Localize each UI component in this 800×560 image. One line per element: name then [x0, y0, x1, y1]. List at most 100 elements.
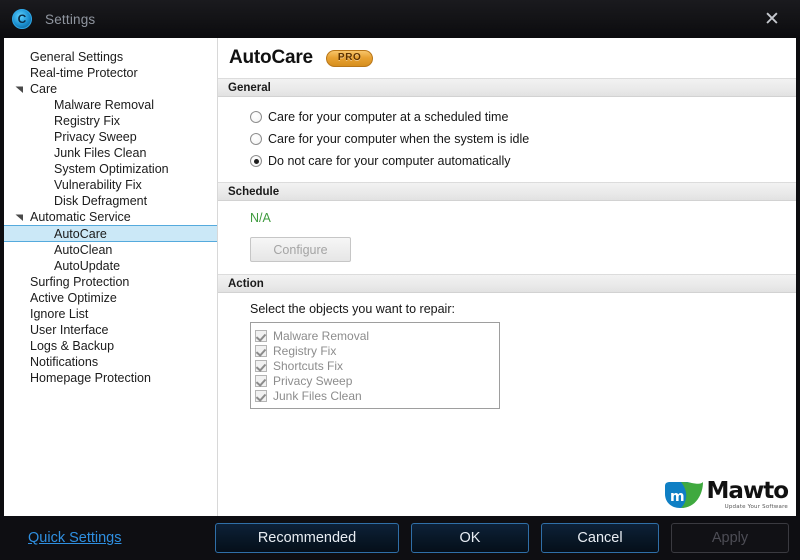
- sidebar-item-ignore-list[interactable]: Ignore List: [4, 306, 217, 322]
- sidebar-item-malware-removal[interactable]: Malware Removal: [4, 97, 217, 113]
- pro-badge: PRO: [325, 49, 374, 67]
- sidebar-item-label: General Settings: [30, 50, 124, 64]
- cancel-button[interactable]: Cancel: [541, 523, 659, 553]
- checkbox-icon[interactable]: [255, 374, 267, 387]
- tree-expander-expanded-icon[interactable]: [15, 213, 24, 222]
- sidebar-item-automatic-service[interactable]: Automatic Service: [4, 209, 217, 225]
- tree-expander-expanded-icon[interactable]: [15, 85, 24, 94]
- sidebar-item-homepage-protection[interactable]: Homepage Protection: [4, 370, 217, 386]
- title-bar: C Settings ✕: [0, 0, 800, 38]
- mawto-watermark: m Mawto Update Your Software: [663, 478, 789, 511]
- repair-object-label: Privacy Sweep: [273, 373, 353, 388]
- sidebar-item-label: Logs & Backup: [30, 339, 115, 353]
- repair-object-item[interactable]: Junk Files Clean: [255, 388, 495, 403]
- sidebar-item-label: Registry Fix: [54, 114, 120, 128]
- care-mode-option-1[interactable]: Care for your computer at a scheduled ti…: [250, 106, 796, 128]
- action-body: Select the objects you want to repair: M…: [218, 293, 796, 409]
- sidebar-item-care[interactable]: Care: [4, 81, 217, 97]
- sidebar-tree[interactable]: General Settings Real-time Protector Care M…: [4, 38, 218, 516]
- sidebar-item-label: User Interface: [30, 323, 109, 337]
- sidebar-item-system-optimization[interactable]: System Optimization: [4, 161, 217, 177]
- mawto-tagline: Update Your Software: [724, 504, 788, 510]
- section-header-general: General: [218, 78, 796, 97]
- sidebar-item-disk-defragment[interactable]: Disk Defragment: [4, 193, 217, 209]
- care-mode-radio-group[interactable]: Care for your computer at a scheduled ti…: [250, 106, 796, 172]
- checkbox-icon[interactable]: [255, 329, 267, 342]
- schedule-body: N/A Configure: [218, 201, 796, 274]
- care-mode-option-label: Care for your computer at a scheduled ti…: [268, 110, 509, 124]
- sidebar-item-notifications[interactable]: Notifications: [4, 354, 217, 370]
- general-options: Care for your computer at a scheduled ti…: [218, 97, 796, 182]
- schedule-value: N/A: [250, 211, 271, 225]
- repair-object-label: Registry Fix: [273, 343, 337, 358]
- sidebar-item-label: Real-time Protector: [30, 66, 138, 80]
- sidebar-item-label: System Optimization: [54, 162, 169, 176]
- radio-button-icon[interactable]: [250, 111, 262, 123]
- sidebar-item-label: Junk Files Clean: [54, 146, 147, 160]
- sidebar-item-registry-fix[interactable]: Registry Fix: [4, 113, 217, 129]
- sidebar-item-label: Malware Removal: [54, 98, 155, 112]
- repair-objects-list[interactable]: Malware Removal Registry Fix Shortcuts Fix…: [250, 322, 500, 409]
- configure-button[interactable]: Configure: [250, 237, 351, 262]
- checkbox-icon[interactable]: [255, 389, 267, 402]
- repair-object-item[interactable]: Malware Removal: [255, 328, 495, 343]
- section-header-action: Action: [218, 274, 796, 293]
- content-area: General Settings Real-time Protector Care M…: [4, 38, 796, 516]
- sidebar-item-label: AutoCare: [54, 226, 107, 241]
- close-icon[interactable]: ✕: [744, 0, 800, 38]
- repair-object-label: Junk Files Clean: [273, 388, 362, 403]
- recommended-button[interactable]: Recommended: [215, 523, 399, 553]
- sidebar-item-label: Active Optimize: [30, 291, 117, 305]
- care-mode-option-2[interactable]: Care for your computer when the system i…: [250, 128, 796, 150]
- mawto-swoosh-icon: m: [664, 482, 703, 508]
- sidebar-item-label: Privacy Sweep: [54, 130, 137, 144]
- sidebar-item-logs-backup[interactable]: Logs & Backup: [4, 338, 217, 354]
- repair-object-label: Malware Removal: [273, 328, 370, 343]
- ok-button[interactable]: OK: [411, 523, 529, 553]
- footer-buttons: Recommended OK Cancel Apply: [215, 523, 789, 553]
- apply-button[interactable]: Apply: [671, 523, 789, 553]
- sidebar-item-junk-files-clean[interactable]: Junk Files Clean: [4, 145, 217, 161]
- sidebar-item-autoupdate[interactable]: AutoUpdate: [4, 258, 217, 274]
- action-instruction: Select the objects you want to repair:: [250, 302, 455, 316]
- sidebar-item-label: Ignore List: [30, 307, 89, 321]
- radio-button-icon[interactable]: [250, 133, 262, 145]
- footer-bar: Quick Settings Recommended OK Cancel App…: [0, 516, 800, 560]
- sidebar-item-label: AutoUpdate: [54, 259, 121, 273]
- mawto-name: Mawto: [706, 478, 789, 504]
- main-panel: AutoCare PRO General Care for your compu…: [218, 38, 796, 516]
- svg-text:m: m: [670, 489, 685, 505]
- checkbox-icon[interactable]: [255, 359, 267, 372]
- checkbox-icon[interactable]: [255, 344, 267, 357]
- sidebar-item-autoclean[interactable]: AutoClean: [4, 242, 217, 258]
- sidebar-item-label: Vulnerability Fix: [54, 178, 142, 192]
- mawto-text: Mawto Update Your Software: [706, 478, 789, 511]
- sidebar-item-label: Homepage Protection: [30, 371, 151, 385]
- sidebar-item-surfing-protection[interactable]: Surfing Protection: [4, 274, 217, 290]
- sidebar-item-active-optimize[interactable]: Active Optimize: [4, 290, 217, 306]
- sidebar-item-privacy-sweep[interactable]: Privacy Sweep: [4, 129, 217, 145]
- section-header-schedule: Schedule: [218, 182, 796, 201]
- page-title: AutoCare: [229, 47, 313, 68]
- sidebar-item-label: AutoClean: [54, 243, 113, 257]
- panel-header: AutoCare PRO: [218, 38, 796, 78]
- sidebar-item-vulnerability-fix[interactable]: Vulnerability Fix: [4, 177, 217, 193]
- repair-object-item[interactable]: Registry Fix: [255, 343, 495, 358]
- care-mode-option-label: Care for your computer when the system i…: [268, 132, 530, 146]
- repair-object-item[interactable]: Shortcuts Fix: [255, 358, 495, 373]
- care-mode-option-3[interactable]: Do not care for your computer automatica…: [250, 150, 796, 172]
- sidebar-item-general-settings[interactable]: General Settings: [4, 49, 217, 65]
- repair-object-item[interactable]: Privacy Sweep: [255, 373, 495, 388]
- copyright-circle-icon: C: [12, 9, 32, 29]
- repair-object-label: Shortcuts Fix: [273, 358, 344, 373]
- window-title: Settings: [45, 11, 96, 27]
- sidebar-item-label: Notifications: [30, 355, 99, 369]
- quick-settings-link[interactable]: Quick Settings: [28, 530, 122, 546]
- radio-button-icon[interactable]: [250, 155, 262, 167]
- sidebar-item-label: Care: [30, 82, 58, 96]
- sidebar-item-autocare[interactable]: AutoCare: [4, 225, 217, 242]
- sidebar-item-label: Surfing Protection: [30, 275, 130, 289]
- sidebar-item-user-interface[interactable]: User Interface: [4, 322, 217, 338]
- sidebar-item-real-time-protector[interactable]: Real-time Protector: [4, 65, 217, 81]
- care-mode-option-label: Do not care for your computer automatica…: [268, 154, 511, 168]
